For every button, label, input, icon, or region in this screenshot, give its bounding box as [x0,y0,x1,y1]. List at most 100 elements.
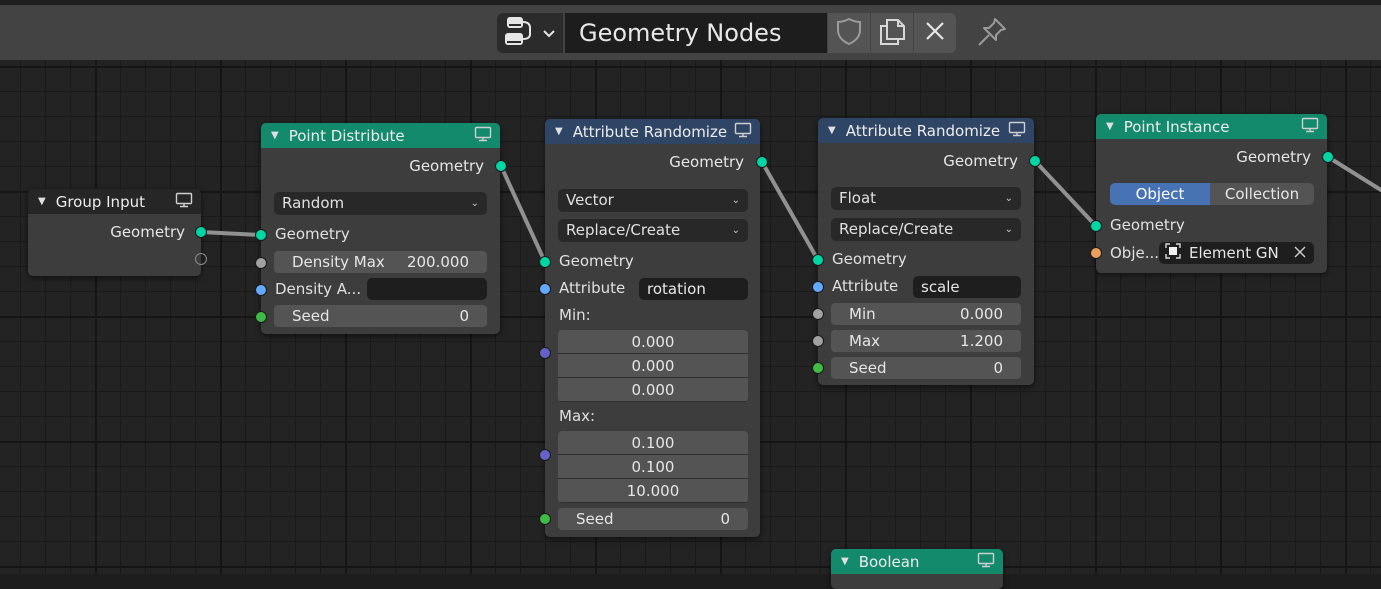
collapse-triangle-icon[interactable]: ▼ [828,125,836,136]
dropdown-value: Vector [566,191,614,209]
collapse-triangle-icon[interactable]: ▼ [271,130,279,141]
socket-row: Geometry [818,149,1034,173]
node-attribute-randomize-float[interactable]: ▼ Attribute Randomize Geometry Float ⌄ R… [812,118,1041,385]
duplicate-icon [876,15,908,51]
input-socket-min[interactable] [539,347,551,359]
attribute-name-field[interactable]: scale [913,276,1021,298]
density-attribute-field[interactable] [367,278,487,300]
field-value: rotation [647,280,706,298]
dropdown-value: Float [839,189,877,207]
seed-field[interactable]: Seed 0 [831,357,1021,379]
min-z-field[interactable]: 0.000 [558,378,748,401]
node-title: Attribute Randomize [845,121,1001,140]
output-socket-geometry[interactable] [195,226,207,238]
fake-user-button[interactable] [828,13,870,53]
node-header[interactable]: ▼ Attribute Randomize [545,119,760,144]
duplicate-button[interactable] [871,13,913,53]
field-value: 1.200 [960,332,1003,350]
attribute-name-field[interactable]: rotation [639,278,748,300]
node-point-distribute[interactable]: ▼ Point Distribute Geometry Random ⌄ Geo… [255,123,507,334]
preview-monitor-icon[interactable] [175,192,193,212]
socket-row: Geometry [28,220,201,244]
node-header[interactable]: ▼ Attribute Randomize [818,118,1034,143]
input-socket-geometry[interactable] [812,254,824,266]
shield-icon [835,16,863,50]
socket-row: Geometry [261,154,500,178]
data-type-dropdown[interactable]: Float ⌄ [831,187,1021,209]
input-socket-seed[interactable] [812,362,824,374]
seed-field[interactable]: Seed 0 [274,305,487,327]
node-title: Group Input [55,192,145,211]
dropdown-value: Replace/Create [566,221,681,239]
max-vector-field[interactable]: 0.100 0.100 10.000 [558,431,748,503]
input-socket-max[interactable] [539,449,551,461]
input-socket-density-max[interactable] [255,257,267,269]
node-attribute-randomize-vector[interactable]: ▼ Attribute Randomize Geometry Vector ⌄ … [539,119,768,537]
min-field[interactable]: Min 0.000 [831,303,1021,325]
node-title: Point Distribute [288,126,405,145]
socket-label: Geometry [943,152,1018,170]
node-tree-name-field[interactable]: Geometry Nodes [565,13,827,53]
preview-monitor-icon[interactable] [1301,117,1319,137]
node-boolean[interactable]: ▼ Boolean [831,549,1003,589]
preview-monitor-icon[interactable] [734,122,752,142]
preview-monitor-icon[interactable] [474,126,492,146]
socket-label: Geometry [1110,216,1185,234]
close-icon [924,20,946,46]
pin-button[interactable] [972,16,1012,52]
input-socket-object[interactable] [1090,247,1102,259]
input-socket-min[interactable] [812,308,824,320]
input-socket-density-attribute[interactable] [255,284,267,296]
chevron-down-icon: ⌄ [1004,223,1013,235]
output-socket-empty[interactable] [195,253,207,265]
socket-label: Density A... [275,280,362,298]
object-field[interactable]: Element GN [1159,242,1314,264]
collapse-triangle-icon[interactable]: ▼ [38,196,46,207]
option-collection[interactable]: Collection [1210,183,1314,205]
editor-type-button[interactable] [497,13,563,53]
input-socket-attribute[interactable] [539,283,551,295]
socket-label: Geometry [1236,148,1311,166]
max-field[interactable]: Max 1.200 [831,330,1021,352]
input-socket-geometry[interactable] [1090,220,1102,232]
distribute-mode-dropdown[interactable]: Random ⌄ [274,192,487,214]
input-socket-max[interactable] [812,335,824,347]
node-header[interactable]: ▼ Point Instance [1096,114,1327,139]
clear-icon[interactable] [1294,244,1306,262]
field-label: Density Max [292,253,385,271]
seed-field[interactable]: Seed 0 [558,508,748,530]
max-z-field[interactable]: 10.000 [558,479,748,502]
node-header[interactable]: ▼ Point Distribute [261,123,500,148]
unlink-button[interactable] [914,13,956,53]
max-x-field[interactable]: 0.100 [558,431,748,454]
input-socket-geometry[interactable] [539,256,551,268]
preview-monitor-icon[interactable] [1008,121,1026,141]
operation-dropdown[interactable]: Replace/Create ⌄ [831,218,1021,240]
operation-dropdown[interactable]: Replace/Create ⌄ [558,219,748,241]
collapse-triangle-icon[interactable]: ▼ [1106,121,1114,132]
data-type-dropdown[interactable]: Vector ⌄ [558,189,748,211]
min-y-field[interactable]: 0.000 [558,354,748,377]
node-header[interactable]: ▼ Boolean [831,549,1003,574]
preview-monitor-icon[interactable] [977,552,995,572]
input-socket-seed[interactable] [255,311,267,323]
min-vector-field[interactable]: 0.000 0.000 0.000 [558,330,748,402]
collapse-triangle-icon[interactable]: ▼ [555,126,563,137]
output-socket-geometry[interactable] [756,156,768,168]
field-label: Max [849,332,881,350]
collapse-triangle-icon[interactable]: ▼ [841,556,849,567]
input-socket-attribute[interactable] [812,281,824,293]
node-title: Attribute Randomize [572,122,728,141]
node-group-input[interactable]: ▼ Group Input Geometry [28,189,207,276]
option-object[interactable]: Object [1110,183,1210,205]
density-max-field[interactable]: Density Max 200.000 [274,251,487,273]
input-socket-geometry[interactable] [255,229,267,241]
output-socket-geometry[interactable] [495,160,507,172]
input-socket-seed[interactable] [539,513,551,525]
max-y-field[interactable]: 0.100 [558,455,748,478]
output-socket-geometry[interactable] [1029,155,1041,167]
node-header[interactable]: ▼ Group Input [28,189,201,214]
node-point-instance[interactable]: ▼ Point Instance Geometry Object Collect… [1090,114,1334,273]
min-x-field[interactable]: 0.000 [558,330,748,353]
output-socket-geometry[interactable] [1322,151,1334,163]
